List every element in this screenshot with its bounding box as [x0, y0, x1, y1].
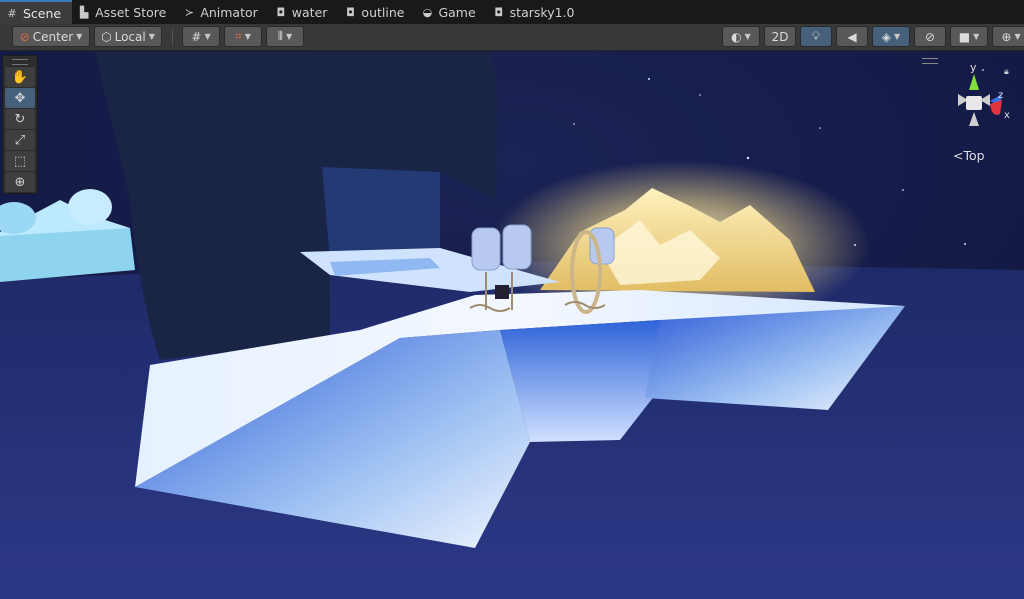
tab-game[interactable]: ◒ Game	[415, 0, 486, 24]
grid-icon: #	[7, 6, 17, 20]
tab-label: outline	[361, 4, 405, 20]
gizmo-globe-icon: ⊕	[1001, 29, 1012, 44]
chevron-down-icon: ▼	[244, 32, 251, 41]
material-icon: ◘	[276, 5, 286, 19]
gizmo-center-cube[interactable]	[966, 96, 982, 110]
tab-starsky1-0[interactable]: ◘ starsky1.0	[487, 0, 586, 24]
eye-slash-icon: ⊘	[924, 29, 936, 44]
camera-icon: ■	[958, 29, 971, 44]
scale-tool-button[interactable]: ⤢	[5, 130, 35, 150]
view-label-button[interactable]: <Top	[953, 148, 985, 163]
move-tool-icon: ✥	[14, 90, 26, 106]
mode-2d-toggle[interactable]: 2D	[764, 26, 796, 47]
gizmo-axis-x-label: x	[1004, 110, 1010, 121]
scene-render	[0, 51, 1024, 599]
grid-snap-icon: #	[191, 29, 202, 44]
transform-tool-button[interactable]: ⊕	[5, 172, 35, 192]
bag-icon: ▙	[79, 5, 89, 19]
chevron-down-icon: ▼	[76, 32, 83, 41]
scene-camera-dropdown[interactable]: ■ ▼	[950, 26, 988, 47]
chevron-down-icon: ▼	[285, 32, 293, 41]
pivot-icon: ⊘	[19, 29, 30, 44]
chevron-down-icon: ▼	[1014, 32, 1021, 41]
editor-tab-bar: # Scene ▙ Asset Store ≻ Animator ◘ water ◘ outlin…	[0, 0, 1024, 25]
chevron-down-icon: ▼	[204, 32, 211, 41]
cube-icon: ⬡	[101, 29, 112, 44]
gizmo-grip-handle[interactable]	[922, 58, 938, 64]
axis-x-cone[interactable]	[990, 100, 1002, 115]
chevron-left-icon: <	[953, 148, 964, 163]
tab-outline[interactable]: ◘ outline	[338, 0, 415, 24]
pivot-mode-dropdown[interactable]: ⊘ Center ▼	[12, 26, 90, 47]
scene-effects-dropdown[interactable]: ◈ ▼	[872, 26, 910, 47]
move-tool-button[interactable]: ✥	[5, 88, 35, 108]
grid-visibility-toggle[interactable]: ⫴ ▼	[266, 26, 304, 47]
tab-water[interactable]: ◘ water	[269, 0, 339, 24]
rect-tool-icon: ⬚	[13, 153, 27, 169]
rotate-tool-button[interactable]: ↻	[5, 109, 35, 129]
rect-tool-button[interactable]: ⬚	[5, 151, 35, 171]
tab-scene[interactable]: # Scene	[0, 0, 73, 24]
tab-label: Game	[438, 4, 476, 20]
tab-label: water	[291, 4, 328, 20]
gizmo-axis-z-label: z	[998, 90, 1003, 101]
tab-label: Asset Store	[95, 4, 167, 20]
layers-icon: ◈	[881, 29, 892, 44]
speaker-mute-icon: ◀︎	[847, 29, 857, 44]
snap-icon: ⌗	[235, 29, 242, 43]
tab-label: starsky1.0	[509, 4, 575, 20]
pivot-mode-label: Center	[32, 29, 74, 44]
pivot-rotation-label: Local	[114, 29, 146, 44]
grid-lines-icon: ⫴	[277, 29, 283, 43]
scene-lighting-toggle[interactable]: 💡︎	[800, 26, 832, 47]
toolbar-divider	[172, 29, 173, 45]
scene-toolbar: ⊘ Center ▼ ⬡ Local ▼ # ▼ ⌗ ▼ ⫴ ▼ ◐ ▼ 2D 💡︎ ◀…	[0, 24, 1024, 51]
axis-neg-y-cone[interactable]	[969, 112, 979, 126]
transform-tool-icon: ⊕	[14, 174, 26, 190]
chevron-down-icon: ▼	[894, 32, 901, 41]
hand-tool-button[interactable]: ✋	[5, 67, 35, 87]
shading-sphere-icon: ◐	[731, 29, 742, 44]
view-name-label: Top	[963, 148, 985, 163]
gizmos-dropdown[interactable]: ⊕ ▼	[992, 26, 1024, 47]
chevron-down-icon: ▼	[148, 32, 155, 41]
material-icon: ◘	[494, 5, 504, 19]
gamepad-icon: ◒	[422, 5, 433, 19]
material-icon: ◘	[346, 5, 355, 19]
chevron-down-icon: ▼	[973, 32, 980, 41]
increment-snap-toggle[interactable]: ⌗ ▼	[224, 26, 262, 47]
grid-snap-toggle[interactable]: # ▼	[182, 26, 220, 47]
mode-2d-label: 2D	[771, 29, 789, 44]
hidden-objects-toggle[interactable]: ⊘	[914, 26, 946, 47]
scene-viewport[interactable]	[0, 51, 1024, 599]
axis-y-cone[interactable]	[969, 74, 979, 90]
scale-tool-icon: ⤢	[14, 132, 26, 148]
scene-audio-toggle[interactable]: ◀︎	[836, 26, 868, 47]
shading-mode-dropdown[interactable]: ◐ ▼	[722, 26, 760, 47]
lightbulb-icon: 💡︎	[811, 29, 821, 43]
chevron-down-icon: ▼	[744, 32, 751, 41]
gizmo-axis-y-label: y	[970, 61, 977, 74]
tab-asset-store[interactable]: ▙ Asset Store	[72, 0, 177, 24]
pivot-rotation-dropdown[interactable]: ⬡ Local ▼	[94, 26, 162, 47]
panel-grip-handle[interactable]	[12, 59, 28, 65]
tool-panel: ✋ ✥ ↻ ⤢ ⬚ ⊕	[2, 55, 38, 194]
hand-tool-icon: ✋	[11, 69, 29, 85]
animator-icon: ≻	[184, 5, 194, 19]
tab-label: Animator	[200, 4, 258, 20]
rotate-tool-icon: ↻	[14, 111, 26, 127]
tab-animator[interactable]: ≻ Animator	[177, 0, 268, 24]
tab-label: Scene	[23, 5, 62, 21]
